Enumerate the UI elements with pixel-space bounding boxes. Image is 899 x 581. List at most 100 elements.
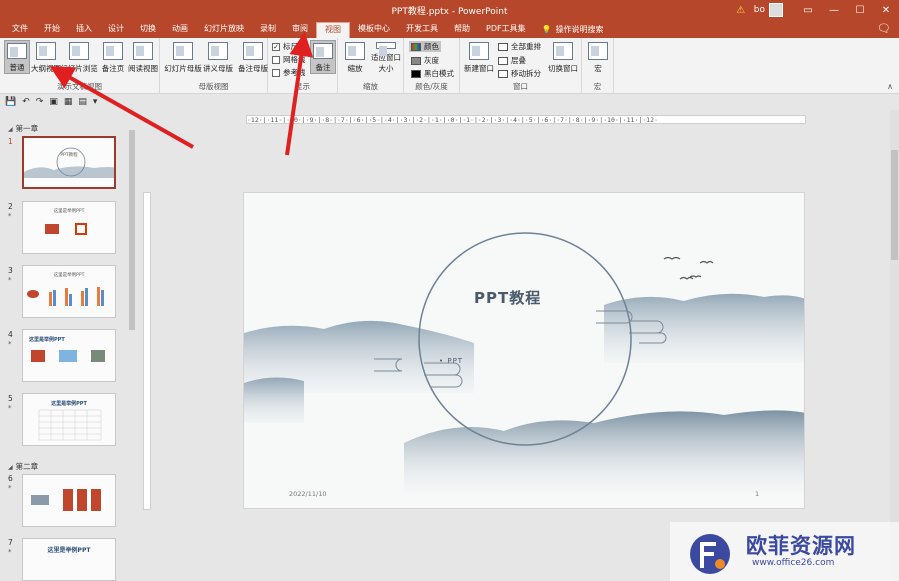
tab-pdf[interactable]: PDF工具集 [478, 22, 534, 38]
slide-thumbnail-4[interactable]: 这里是举例PPT [22, 329, 116, 382]
slide-thumbnail-6[interactable] [22, 474, 116, 527]
group-zoom: 缩放 适应窗口大小 缩放 [338, 38, 404, 94]
picture-icon[interactable]: ▤ [78, 97, 87, 107]
slide-number: 4 [8, 330, 13, 339]
handout-master-icon [208, 42, 228, 60]
group-label: 颜色/灰度 [415, 82, 448, 91]
vertical-ruler [143, 192, 151, 510]
tab-view[interactable]: 视图 [316, 22, 350, 38]
grayscale-button[interactable]: 灰度 [411, 55, 439, 66]
ppt-logo-icon [45, 224, 59, 234]
current-slide[interactable]: PPT教程 • PPT 2022/11/10 1 [243, 192, 805, 509]
slide-title[interactable]: PPT教程 [474, 287, 541, 308]
save-icon[interactable]: 💾 [5, 97, 16, 107]
notes-button[interactable]: 备注 [310, 40, 336, 74]
group-presentation-views: 普通 大纲视图 幻灯片浏览 备注页 阅读视图 演示文稿视图 [0, 38, 160, 94]
tab-file[interactable]: 文件 [4, 22, 36, 38]
user-name[interactable]: bo [754, 5, 765, 15]
tab-developer[interactable]: 开发工具 [398, 22, 446, 38]
cascade-button[interactable]: 层叠 [498, 55, 526, 66]
zoom-button[interactable]: 缩放 [342, 40, 368, 74]
notes-page-button[interactable]: 备注页 [100, 40, 126, 74]
start-slideshow-icon[interactable]: ▣ [49, 97, 58, 107]
arrange-all-button[interactable]: 全部重排 [498, 41, 541, 52]
transition-star-icon: * [8, 548, 12, 556]
maximize-icon[interactable]: ☐ [847, 0, 873, 20]
guides-checkbox[interactable]: 参考线 [272, 67, 306, 78]
fit-window-button[interactable]: 适应窗口大小 [370, 40, 402, 74]
quick-access-toolbar: 💾 ↶ ↷ ▣ ▦ ▤ ▾ [0, 95, 140, 109]
tab-animations[interactable]: 动画 [164, 22, 196, 38]
zoom-icon [345, 42, 365, 60]
group-label: 演示文稿视图 [57, 82, 102, 91]
table-preview [38, 409, 102, 441]
slide-thumbnail-3[interactable]: 这里是举例PPT [22, 265, 116, 318]
image-placeholder [91, 350, 105, 362]
black-white-button[interactable]: 黑白模式 [411, 68, 454, 79]
group-label: 缩放 [363, 82, 378, 91]
tab-slideshow[interactable]: 幻灯片放映 [196, 22, 252, 38]
fit-window-icon [376, 42, 396, 56]
gridlines-checkbox[interactable]: 网格线 [272, 54, 306, 65]
reading-view-button[interactable]: 阅读视图 [128, 40, 158, 74]
slide-date[interactable]: 2022/11/10 [289, 490, 326, 498]
minimize-icon[interactable]: — [821, 0, 847, 20]
handout-master-button[interactable]: 讲义母版 [203, 40, 233, 74]
slide-master-icon [173, 42, 193, 60]
ruler-checkbox[interactable]: ✓ 标尺 [272, 41, 298, 52]
tab-insert[interactable]: 插入 [68, 22, 100, 38]
tab-record[interactable]: 录制 [252, 22, 284, 38]
move-split-button[interactable]: 移动拆分 [498, 68, 541, 79]
color-button[interactable]: 颜色 [409, 41, 441, 52]
normal-view-button[interactable]: 普通 [4, 40, 30, 74]
slide-thumbnail-1[interactable]: PPT教程 [22, 136, 116, 189]
notes-master-button[interactable]: 备注母版 [238, 40, 268, 74]
lightbulb-icon: 💡 [541, 25, 552, 34]
tab-home[interactable]: 开始 [36, 22, 68, 38]
slide-thumbnail-7[interactable]: 这里是举例PPT [22, 538, 116, 581]
switch-window-button[interactable]: 切换窗口 [548, 40, 578, 74]
warning-icon[interactable]: ⚠ [728, 0, 754, 20]
thumbnail-scrollbar[interactable] [128, 120, 136, 581]
office-logo-icon [75, 223, 87, 235]
slide-sorter-icon [69, 42, 89, 60]
birds-icon [663, 256, 714, 280]
tab-help[interactable]: 帮助 [446, 22, 478, 38]
tab-transitions[interactable]: 切换 [132, 22, 164, 38]
group-window: 新建窗口 全部重排 层叠 移动拆分 切换窗口 窗口 [460, 38, 582, 94]
slide-thumbnail-5[interactable]: 这里是举例PPT [22, 393, 116, 446]
collapse-ribbon-icon[interactable]: ∧ [887, 82, 893, 91]
avatar[interactable] [769, 3, 783, 17]
tab-design[interactable]: 设计 [100, 22, 132, 38]
slide-number: 5 [8, 394, 13, 403]
slide-subtitle[interactable]: • PPT [439, 357, 463, 365]
outline-view-icon [36, 42, 56, 60]
section-header-1[interactable]: 第一章 [8, 123, 39, 134]
tab-templates[interactable]: 模板中心 [350, 22, 398, 38]
thumbnail-artwork [24, 147, 114, 178]
slide-sorter-button[interactable]: 幻灯片浏览 [60, 40, 98, 74]
slide-number: 3 [8, 266, 13, 275]
watermark-text: 欧菲资源网 [746, 534, 856, 558]
slide-number: 6 [8, 474, 13, 483]
customize-qat-icon[interactable]: ▾ [93, 97, 98, 107]
macros-button[interactable]: 宏 [585, 40, 611, 74]
redo-icon[interactable]: ↷ [36, 97, 44, 107]
macros-icon [588, 42, 608, 60]
editor-scrollbar[interactable] [890, 110, 899, 581]
tell-me-search[interactable]: 💡 操作说明搜索 [534, 22, 612, 38]
comments-icon[interactable]: 🗨 [877, 22, 891, 35]
slide-master-button[interactable]: 幻灯片母版 [164, 40, 202, 74]
slide-thumbnail-2[interactable]: 这里是举例PPT [22, 201, 116, 254]
section-header-2[interactable]: 第二章 [8, 461, 39, 472]
slide-sorter-qat-icon[interactable]: ▦ [64, 97, 73, 107]
close-icon[interactable]: ✕ [873, 0, 899, 20]
normal-view-icon [7, 43, 27, 59]
new-window-button[interactable]: 新建窗口 [464, 40, 494, 74]
image-placeholder [63, 489, 105, 511]
ribbon-display-icon[interactable]: ▭ [795, 0, 821, 20]
undo-icon[interactable]: ↶ [22, 97, 30, 107]
tab-review[interactable]: 审阅 [284, 22, 316, 38]
outline-view-button[interactable]: 大纲视图 [31, 40, 61, 74]
slide-page-number[interactable]: 1 [755, 490, 759, 498]
